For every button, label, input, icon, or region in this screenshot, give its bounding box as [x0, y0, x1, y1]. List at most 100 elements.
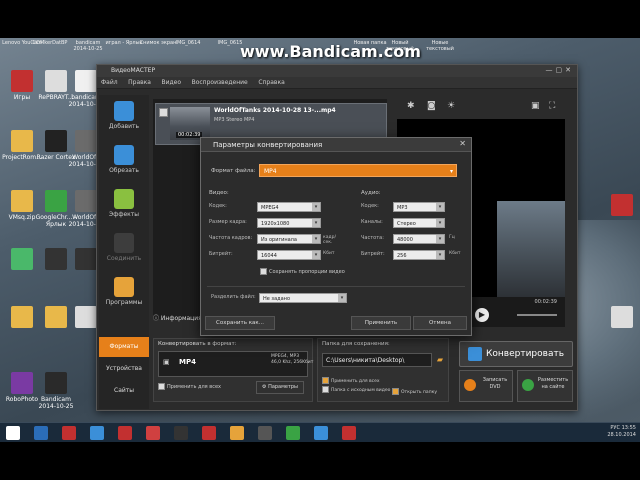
taskbar-app-icon[interactable]	[174, 426, 188, 440]
volume-slider[interactable]	[517, 314, 557, 316]
camera-icon[interactable]: ▣	[531, 101, 540, 111]
programs-button[interactable]: Программы	[99, 277, 149, 306]
taskbar-app-icon[interactable]	[62, 426, 76, 440]
taskbar-app-icon[interactable]	[202, 426, 216, 440]
app-icon	[75, 248, 97, 270]
setting-select[interactable]: MP3 ▾	[393, 202, 445, 212]
split-file-row: Разделить файл: Не задано ▾	[211, 293, 361, 303]
file-duration: 00:02:39	[176, 132, 203, 138]
add-file-icon	[114, 101, 134, 121]
split-file-select[interactable]: Не задано ▾	[259, 293, 347, 303]
tab-sites[interactable]: Сайты	[99, 381, 149, 401]
save-folder-panel: Папка для сохранения: C:\Users\никита\De…	[317, 338, 449, 402]
keep-proportions-checkbox[interactable]: Сохранять пропорции видео	[260, 268, 345, 275]
desktop-icon[interactable]	[600, 194, 640, 218]
save-path-field[interactable]: C:\Users\никита\Desktop\	[322, 353, 432, 367]
file-format-info: MP3 Stereo MP4	[214, 117, 255, 123]
info-button[interactable]: ⓘ Информация	[153, 313, 203, 325]
burn-dvd-label: Записать DVD	[482, 377, 508, 390]
desktop-icon[interactable]	[600, 306, 640, 330]
taskbar-app-icon[interactable]	[258, 426, 272, 440]
open-folder-checkbox[interactable]: Открыть папку	[392, 388, 437, 395]
window-controls[interactable]: —▢✕	[546, 66, 574, 74]
taskbar-app-icon[interactable]	[230, 426, 244, 440]
app-icon	[45, 372, 67, 394]
split-file-value: Не задано	[263, 296, 290, 302]
setting-select[interactable]: Стерео ▾	[393, 218, 445, 228]
setting-unit: Кбит	[449, 251, 461, 256]
taskbar-app-icon[interactable]	[34, 426, 48, 440]
conversion-settings-dialog[interactable]: Параметры конвертирования ✕ Формат файла…	[200, 137, 472, 336]
clock-date: 28.10.2014	[607, 432, 636, 438]
publish-web-button[interactable]: Разместить на сайте	[517, 370, 573, 402]
taskbar-app-icon[interactable]	[118, 426, 132, 440]
desktop-icon[interactable]: Bandicam 2014-10-25	[34, 372, 78, 410]
system-tray[interactable]: РУС 13:55 28.10.2014	[607, 425, 636, 439]
parameters-button[interactable]: ⚙ Параметры	[256, 381, 304, 394]
brightness-icon[interactable]: ☀	[447, 101, 455, 111]
file-checkbox[interactable]	[159, 108, 168, 117]
convert-button[interactable]: Конвертировать	[459, 341, 573, 367]
clock-time: 13:55	[621, 425, 636, 431]
taskbar-app-icon[interactable]	[90, 426, 104, 440]
dialog-titlebar[interactable]: Параметры конвертирования ✕	[201, 138, 471, 152]
disc-icon	[464, 379, 476, 391]
setting-select[interactable]: 256 ▾	[393, 250, 445, 260]
snapshot-icon[interactable]: ◙	[427, 101, 436, 111]
setting-unit: кадр/сек.	[323, 235, 336, 245]
apply-all-save-checkbox[interactable]: Применить для всех	[322, 377, 380, 384]
add-button[interactable]: Добавить	[99, 101, 149, 130]
app-icon	[11, 248, 33, 270]
taskbar-app-icon[interactable]	[342, 426, 356, 440]
chevron-down-icon: ▾	[436, 219, 444, 227]
join-button[interactable]: Соединить	[99, 233, 149, 262]
video-section-header: Видео:	[209, 190, 229, 196]
start-icon[interactable]	[6, 426, 20, 440]
setting-select[interactable]: MPEG4 ▾	[257, 202, 321, 212]
taskbar-app-icon[interactable]	[286, 426, 300, 440]
taskbar-app-icon[interactable]	[314, 426, 328, 440]
trim-icon	[114, 145, 134, 165]
settings-icon[interactable]: ✱	[407, 101, 415, 111]
apply-all-checkbox[interactable]: Применить для всех	[158, 383, 221, 390]
fullscreen-icon[interactable]: ⛶	[549, 101, 555, 111]
menu-edit[interactable]: Правка	[124, 77, 155, 88]
browse-folder-icon[interactable]: ▰	[434, 353, 446, 367]
apply-button[interactable]: Применить	[351, 316, 411, 330]
taskbar-app-icon[interactable]	[146, 426, 160, 440]
source-folder-checkbox[interactable]: Папка с исходным видео	[322, 386, 390, 393]
film-icon: ▣	[163, 358, 170, 366]
tab-formats[interactable]: Форматы	[99, 337, 149, 357]
effects-button[interactable]: Эффекты	[99, 189, 149, 218]
letterbox-bottom	[0, 442, 640, 480]
save-as-button[interactable]: Сохранить как...	[205, 316, 275, 330]
menu-file[interactable]: Файл	[97, 77, 122, 88]
setting-select[interactable]: 48000 ▾	[393, 234, 445, 244]
setting-select[interactable]: 1920x1080 ▾	[257, 218, 321, 228]
setting-select[interactable]: 16044 ▾	[257, 250, 321, 260]
file-format-label: Формат файла:	[211, 168, 256, 174]
menu-help[interactable]: Справка	[254, 77, 288, 88]
save-folder-header: Папка для сохранения:	[322, 341, 390, 347]
app-icon	[611, 306, 633, 328]
setting-select[interactable]: Из оригинала ▾	[257, 234, 321, 244]
video-setting-row: Частота кадров: Из оригинала ▾ кадр/сек.	[209, 234, 336, 245]
language-indicator[interactable]: РУС	[610, 425, 620, 431]
programs-icon	[114, 277, 134, 297]
menu-playback[interactable]: Воспроизведение	[188, 77, 252, 88]
close-icon[interactable]: ✕	[459, 139, 466, 148]
play-button[interactable]: ▶	[475, 308, 489, 322]
file-format-select[interactable]: MP4 ▾	[259, 164, 457, 177]
setting-value: 256	[397, 253, 407, 259]
tab-devices[interactable]: Устройства	[99, 359, 149, 379]
window-titlebar[interactable]: ВидеоМАСТЕР —▢✕	[97, 65, 577, 77]
cancel-button[interactable]: Отмена	[413, 316, 467, 330]
menubar: Файл Правка Видео Воспроизведение Справк…	[97, 77, 577, 89]
menu-video[interactable]: Видео	[158, 77, 186, 88]
apply-all-label: Применить для всех	[167, 384, 221, 390]
format-selector[interactable]: ▣ MP4 MPEG4, MP3 46,0 Khz, 256Kбит	[158, 351, 313, 377]
trim-button[interactable]: Обрезать	[99, 145, 149, 174]
apply-all-save-label: Применить для всех	[331, 379, 380, 384]
preview-timecode: 00:02:39	[534, 299, 557, 305]
burn-dvd-button[interactable]: Записать DVD	[459, 370, 513, 402]
